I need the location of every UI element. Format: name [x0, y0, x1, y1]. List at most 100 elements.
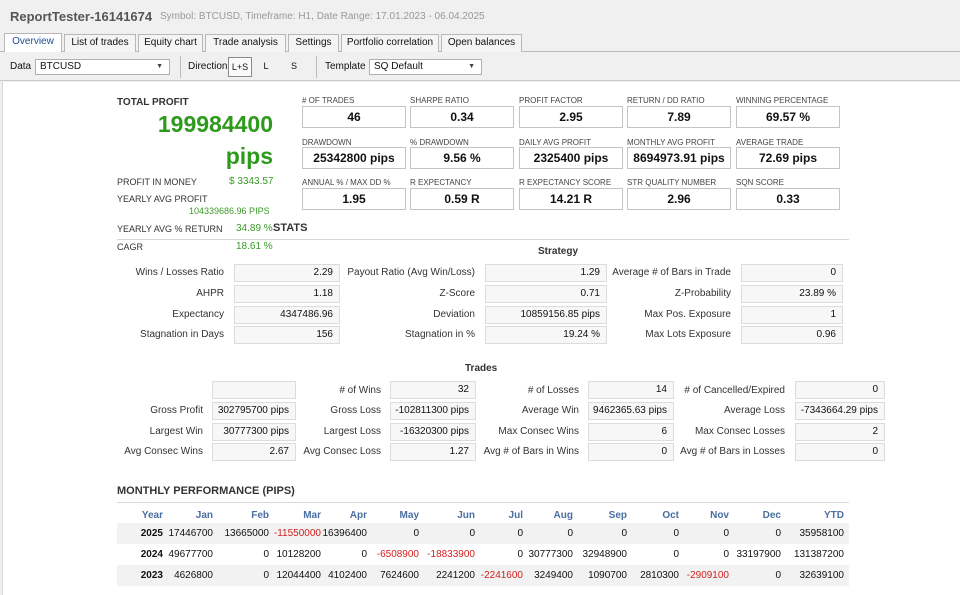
month-value-cell: 7624600 [380, 570, 419, 581]
strategy-value: 156 [234, 326, 340, 344]
trades-label: Average Loss [724, 405, 785, 416]
tab-overview[interactable]: Overview [4, 33, 62, 53]
chevron-down-icon: ▼ [468, 63, 475, 70]
direction-short-button[interactable]: S [284, 57, 304, 77]
month-value-cell: 0 [361, 549, 367, 560]
tab-bar: Overview List of trades Equity chart Tra… [0, 33, 960, 53]
strategy-value: 1.18 [234, 285, 340, 303]
stat-label: % DRAWDOWN [410, 138, 469, 147]
monthly-header-cell: Apr [349, 510, 367, 521]
monthly-header-cell: Year [141, 510, 163, 521]
monthly-header-cell: Oct [662, 510, 679, 521]
divider [117, 502, 849, 503]
app-title: ReportTester-16141674 [10, 9, 153, 24]
strategy-label: Wins / Losses Ratio [135, 267, 224, 278]
stat-label: MONTHLY AVG PROFIT [627, 138, 716, 147]
strategy-label: Stagnation in % [404, 329, 475, 340]
trades-label: Avg Consec Wins [124, 446, 203, 457]
yearly-avg-return-label: YEARLY AVG % RETURN [117, 224, 223, 234]
month-value-cell: -2241600 [480, 570, 523, 581]
monthly-header-cell: Dec [762, 510, 781, 521]
trades-value: 302795700 pips [212, 402, 296, 420]
trades-value: 0 [795, 381, 885, 399]
strategy-value: 0.71 [485, 285, 607, 303]
month-value-cell: 0 [517, 528, 523, 539]
trades-label: Max Consec Losses [694, 426, 785, 437]
strategy-value: 19.24 % [485, 326, 607, 344]
stat-value: 0.33 [736, 188, 840, 210]
direction-long-button[interactable]: L [256, 57, 276, 77]
trades-value: 32 [390, 381, 476, 399]
trades-label: Gross Loss [330, 405, 381, 416]
monthly-header-cell: Aug [553, 510, 573, 521]
month-value-cell: 0 [673, 549, 679, 560]
stat-value: 8694973.91 pips [627, 147, 731, 169]
month-value-cell: 3249400 [534, 570, 573, 581]
data-select[interactable]: BTCUSD ▼ [35, 59, 170, 75]
strategy-label: AHPR [196, 288, 224, 299]
direction-both-button[interactable]: L+S [228, 57, 252, 77]
tab-settings[interactable]: Settings [288, 34, 339, 52]
stat-label: R EXPECTANCY SCORE [519, 178, 612, 187]
trades-label: Avg # of Bars in Losses [680, 446, 785, 457]
strategy-value: 0.96 [741, 326, 843, 344]
table-row: 2024 49677700 0 10128200 0 -6508900 -18833900 0… [117, 544, 849, 565]
tab-equity-chart[interactable]: Equity chart [138, 34, 203, 52]
data-label: Data [10, 61, 32, 72]
trades-label: # of Cancelled/Expired [684, 385, 785, 396]
tab-open-balances[interactable]: Open balances [441, 34, 522, 52]
strategy-value: 23.89 % [741, 285, 843, 303]
month-value-cell: 131387200 [793, 549, 844, 560]
month-value-cell: 32948900 [582, 549, 628, 560]
month-value-cell: 0 [775, 570, 781, 581]
monthly-header-cell: Jul [508, 510, 523, 521]
tab-portfolio-correlation[interactable]: Portfolio correlation [341, 34, 439, 52]
trades-value: 0 [588, 443, 674, 461]
table-row: 2023 4626800 0 12044400 4102400 7624600 224120… [117, 565, 849, 586]
stat-label: PROFIT FACTOR [519, 96, 583, 105]
divider [117, 239, 849, 240]
overview-panel: TOTAL PROFIT 199984400 pips PROFIT IN MO… [2, 82, 960, 595]
trades-value: 1.27 [390, 443, 476, 461]
stat-value: 0.34 [410, 106, 514, 128]
template-select[interactable]: SQ Default ▼ [369, 59, 482, 75]
strategy-label: Z-Score [439, 288, 475, 299]
stat-value: 2325400 pips [519, 147, 623, 169]
month-value-cell: 0 [263, 570, 269, 581]
month-value-cell: 13665000 [224, 528, 270, 539]
direction-label: Direction [188, 61, 228, 72]
stat-label: R EXPECTANCY [410, 178, 472, 187]
strategy-label: Payout Ratio (Avg Win/Loss) [347, 267, 475, 278]
stat-value: 0.59 R [410, 188, 514, 210]
strategy-title: Strategy [538, 246, 579, 257]
trades-value: 0 [795, 443, 885, 461]
strategy-value: 1 [741, 306, 843, 324]
data-select-value: BTCUSD [40, 61, 82, 72]
stat-value: 2.96 [627, 188, 731, 210]
month-value-cell: 17446700 [168, 528, 214, 539]
tab-trade-analysis[interactable]: Trade analysis [205, 34, 286, 52]
monthly-header-cell: Nov [710, 510, 729, 521]
month-value-cell: 33197900 [736, 549, 782, 560]
strategy-value: 4347486.96 [234, 306, 340, 324]
month-value-cell: 35958100 [799, 528, 845, 539]
month-value-cell: 0 [621, 528, 627, 539]
trades-title: Trades [465, 363, 498, 374]
trades-value: -102811300 pips [390, 402, 476, 420]
stat-value: 72.69 pips [736, 147, 840, 169]
trades-label: Max Consec Wins [498, 426, 579, 437]
trades-label: Largest Win [149, 426, 203, 437]
title-bar: ReportTester-16141674 Symbol: BTCUSD, Ti… [0, 0, 960, 33]
month-value-cell: 4626800 [174, 570, 213, 581]
trades-value: 9462365.63 pips [588, 402, 674, 420]
stat-value: 69.57 % [736, 106, 840, 128]
month-value-cell: 0 [413, 528, 419, 539]
yearly-avg-profit-label: YEARLY AVG PROFIT [117, 194, 208, 204]
month-value-cell: 0 [263, 549, 269, 560]
tab-list-of-trades[interactable]: List of trades [64, 34, 136, 52]
report-subtitle: Symbol: BTCUSD, Timeframe: H1, Date Rang… [160, 11, 485, 22]
trades-label: Largest Loss [323, 426, 381, 437]
trades-value: 2.67 [212, 443, 296, 461]
month-value-cell: 16396400 [322, 528, 368, 539]
strategy-label: Z-Probability [674, 288, 731, 299]
